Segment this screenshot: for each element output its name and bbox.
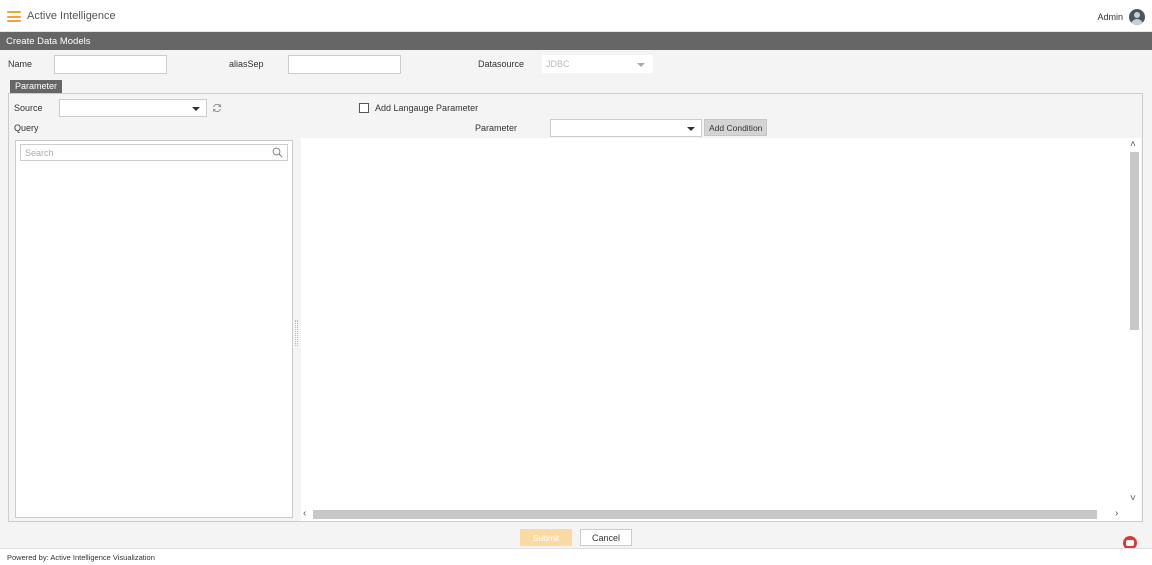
parameter-label: Parameter: [475, 123, 518, 133]
cancel-button[interactable]: Cancel: [580, 529, 632, 546]
tree-search: [20, 144, 288, 161]
chevron-down-icon: [687, 127, 695, 131]
source-select[interactable]: [59, 99, 207, 117]
submit-button[interactable]: Submit: [520, 529, 572, 546]
refresh-icon[interactable]: [212, 103, 222, 113]
vertical-scroll-thumb[interactable]: [1130, 152, 1139, 330]
chevron-down-icon: [637, 63, 645, 67]
horizontal-scroll-thumb[interactable]: [313, 510, 1097, 519]
alias-sep-input[interactable]: [288, 55, 401, 74]
name-input[interactable]: [54, 55, 167, 74]
vertical-scrollbar[interactable]: ˄ ˅: [1127, 138, 1141, 508]
add-condition-button[interactable]: Add Condition: [704, 119, 768, 136]
datasource-select[interactable]: JDBC: [542, 55, 653, 73]
add-language-checkbox[interactable]: [359, 103, 369, 113]
page-title: Create Data Models: [0, 32, 1152, 50]
horizontal-scrollbar[interactable]: ‹ ›: [301, 508, 1127, 521]
chevron-down-icon: [192, 107, 200, 111]
search-icon[interactable]: [272, 147, 283, 158]
search-input[interactable]: [21, 145, 261, 160]
powered-by-text: Powered by: Active Intelligence Visualiz…: [7, 553, 155, 562]
query-editor[interactable]: ˄ ˅ ‹ ›: [301, 138, 1141, 521]
datasource-value: JDBC: [546, 59, 570, 69]
app-title: Active Intelligence: [27, 10, 116, 22]
scroll-left-icon[interactable]: ‹: [303, 509, 306, 519]
datasource-label: Datasource: [478, 59, 525, 69]
alias-sep-label: aliasSep: [229, 59, 264, 69]
avatar[interactable]: [1129, 9, 1145, 25]
query-label: Query: [14, 123, 39, 133]
user-name[interactable]: Admin: [1097, 12, 1123, 22]
panel-splitter-handle[interactable]: [295, 320, 298, 346]
parameter-panel: Source Add Langauge Parameter Query Para…: [8, 93, 1143, 522]
parameter-select[interactable]: [550, 119, 702, 137]
main-content: Name aliasSep Datasource JDBC Parameter …: [0, 50, 1152, 548]
name-label: Name: [8, 59, 33, 69]
add-language-label: Add Langauge Parameter: [375, 103, 479, 113]
table-tree-panel: [15, 140, 293, 518]
source-label: Source: [14, 103, 43, 113]
tab-parameter[interactable]: Parameter: [10, 80, 63, 93]
scroll-up-icon[interactable]: ˄: [1130, 140, 1136, 150]
top-bar: Active Intelligence Admin: [0, 0, 1152, 32]
hamburger-menu-icon[interactable]: [7, 11, 21, 22]
scroll-right-icon[interactable]: ›: [1115, 509, 1118, 519]
scroll-down-icon[interactable]: ˅: [1130, 494, 1136, 504]
footer: Powered by: Active Intelligence Visualiz…: [0, 548, 1152, 565]
